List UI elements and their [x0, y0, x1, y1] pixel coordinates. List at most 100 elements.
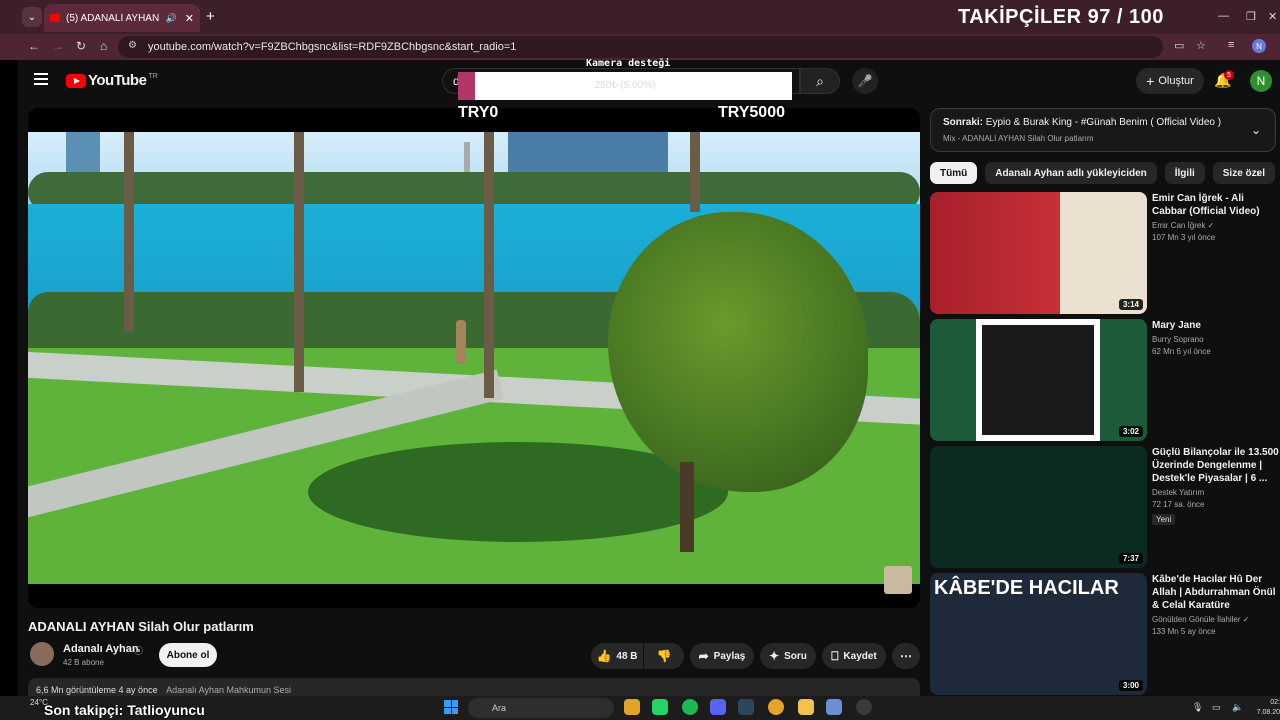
chip-all[interactable]: Tümü	[930, 162, 978, 184]
video-thumbnail[interactable]: 3:02	[930, 319, 1147, 441]
new-badge: Yeni	[1152, 514, 1176, 525]
chip-related[interactable]: İlgili	[1164, 162, 1205, 184]
youtube-play-icon	[66, 73, 86, 88]
microphone-icon[interactable]: 🎤	[852, 68, 878, 94]
list-item[interactable]: 7:37 Güçlü Bilançolar ile 13.500 Üzerind…	[930, 446, 1279, 568]
video-player[interactable]	[28, 108, 920, 608]
network-icon[interactable]: ▭	[1212, 702, 1221, 713]
subscribe-button[interactable]: Abone ol	[159, 643, 217, 667]
chrome-2-icon[interactable]	[768, 699, 784, 715]
forward-icon[interactable]: →	[52, 39, 64, 53]
chevron-down-icon[interactable]: ⌄	[1251, 123, 1261, 137]
like-button[interactable]: 👍 48 B	[591, 643, 643, 669]
rec-title[interactable]: Güçlü Bilançolar ile 13.500 Üzerinde Den…	[1152, 446, 1280, 485]
app-icon[interactable]	[826, 699, 842, 715]
chevron-right-icon[interactable]: ›	[1256, 166, 1260, 180]
followers-goal-overlay: TAKİPÇİLER 97 / 100	[958, 6, 1164, 28]
up-next-panel[interactable]: Sonraki: Eypio & Burak King - #Günah Ben…	[930, 108, 1276, 152]
taskbar-search-input[interactable]: Ara	[468, 698, 614, 718]
discord-icon[interactable]	[710, 699, 726, 715]
video-frame	[28, 132, 920, 584]
tab-search-button[interactable]: ⌄	[22, 7, 42, 27]
site-info-icon[interactable]: ⚙	[128, 40, 137, 51]
speaker-icon[interactable]: 🔊	[166, 13, 177, 24]
left-black-strip	[0, 60, 18, 696]
channel-avatar[interactable]	[30, 642, 54, 666]
rec-title[interactable]: Kâbe'de Hacılar Hû Der Allah | Abdurrahm…	[1152, 573, 1280, 612]
description-tag[interactable]: Adanalı Ayhan Mahkumun Sesi	[166, 685, 291, 695]
list-item[interactable]: 3:14 Emir Can İğrek - Ali Cabbar (Offici…	[930, 192, 1276, 314]
close-icon[interactable]: ✕	[185, 12, 194, 25]
ask-button[interactable]: ✦ Soru	[760, 643, 816, 669]
more-icon: ⋯	[900, 649, 912, 663]
thumbs-down-icon: 👎	[656, 649, 672, 663]
minimize-button[interactable]: —	[1218, 10, 1229, 22]
chrome-icon[interactable]	[624, 699, 640, 715]
save-button[interactable]: ⎕ Kaydet	[822, 643, 886, 669]
chip-from-uploader[interactable]: Adanalı Ayhan adlı yükleyiciden	[985, 162, 1157, 184]
share-icon: ➦	[698, 649, 709, 663]
duration-badge: 3:14	[1118, 299, 1143, 310]
microphone-tray-icon[interactable]: 🎙	[1192, 702, 1203, 713]
restore-button[interactable]: ❐	[1246, 10, 1256, 23]
video-thumbnail[interactable]: 3:14	[930, 192, 1147, 314]
rec-meta: 72 17 sa. önce	[1152, 500, 1205, 509]
more-actions-button[interactable]: ⋯	[892, 643, 920, 669]
rec-channel[interactable]: Gönülden Gönüle İlahiler ✓	[1152, 615, 1280, 624]
rec-title[interactable]: Emir Can İğrek - Ali Cabbar (Official Vi…	[1152, 192, 1280, 218]
donation-max: TRY5000	[718, 104, 785, 121]
browser-profile-avatar[interactable]: N	[1252, 39, 1266, 53]
cast-icon[interactable]: ▭	[1174, 39, 1184, 52]
system-clock[interactable]: 02: 7.08.20	[1250, 698, 1280, 718]
share-button[interactable]: ➦ Paylaş	[690, 643, 754, 669]
menu-icon[interactable]	[34, 73, 48, 85]
rec-channel[interactable]: Burry Soprano	[1152, 335, 1280, 344]
new-tab-button[interactable]: +	[206, 8, 215, 25]
steam-icon[interactable]	[738, 699, 754, 715]
video-thumbnail[interactable]: 7:37	[930, 446, 1147, 568]
list-item[interactable]: 3:02 Mary Jane Burry Soprano 62 Mn 6 yıl…	[930, 319, 1276, 441]
bookmark-star-icon[interactable]: ☆	[1196, 39, 1206, 52]
verified-icon: ⦿	[134, 646, 144, 656]
user-avatar[interactable]: N	[1250, 70, 1272, 92]
bookmark-icon: ⎕	[831, 648, 839, 663]
media-control-icon[interactable]: ≡	[1228, 39, 1234, 51]
close-window-button[interactable]: ✕	[1268, 10, 1277, 23]
last-follower-overlay: Son takipçi: Tatlioyuncu	[44, 702, 205, 718]
duration-badge: 3:02	[1118, 426, 1143, 437]
dislike-button[interactable]: 👎	[644, 643, 684, 669]
rec-meta: 62 Mn 6 yıl önce	[1152, 347, 1211, 356]
volume-icon[interactable]: 🔈	[1232, 702, 1243, 713]
next-title: Eypio & Burak King - #Günah Benim ( Offi…	[985, 117, 1222, 128]
whatsapp-icon[interactable]	[652, 699, 668, 715]
description-box[interactable]: 6,6 Mn görüntüleme 4 ay önce Adanalı Ayh…	[28, 678, 920, 696]
url-field[interactable]: ⚙ youtube.com/watch?v=F9ZBChbgsnc&list=R…	[118, 36, 1163, 58]
youtube-logo[interactable]: YouTube TR	[66, 72, 158, 89]
spotify-icon[interactable]	[682, 699, 698, 715]
browser-tab-active[interactable]: (5) ADANALI AYHAN Silah O 🔊 ✕	[44, 4, 200, 32]
file-explorer-icon[interactable]	[798, 699, 814, 715]
filter-chips: Tümü Adanalı Ayhan adlı yükleyiciden İlg…	[930, 162, 1276, 184]
notification-count-badge: 5	[1224, 70, 1234, 80]
sparkle-icon: ✦	[769, 649, 780, 663]
windows-start-icon[interactable]	[444, 700, 458, 714]
donation-min: TRY0	[458, 104, 499, 121]
thumbs-up-icon: 👍	[596, 649, 612, 663]
list-item[interactable]: KÂBE'DE HACILAR 3:00 Kâbe'de Hacılar Hû …	[930, 573, 1276, 695]
create-button[interactable]: + Oluştur	[1136, 68, 1204, 94]
rec-channel[interactable]: Destek Yatırım	[1152, 488, 1280, 497]
obs-icon[interactable]	[856, 699, 872, 715]
rec-meta: 107 Mn 3 yıl önce	[1152, 233, 1216, 242]
search-icon[interactable]: ⌕	[800, 68, 840, 94]
rec-title[interactable]: Mary Jane	[1152, 319, 1280, 332]
home-icon[interactable]: ⌂	[100, 39, 107, 53]
back-icon[interactable]: ←	[28, 39, 40, 53]
rec-channel[interactable]: Emir Can İğrek ✓	[1152, 221, 1280, 230]
video-thumbnail[interactable]: KÂBE'DE HACILAR 3:00	[930, 573, 1147, 695]
subscriber-count: 42 B abone	[63, 658, 104, 667]
youtube-favicon-icon	[50, 14, 60, 22]
reload-icon[interactable]: ↻	[76, 39, 86, 53]
chip-for-you[interactable]: Size özel	[1212, 162, 1275, 184]
next-prefix: Sonraki:	[943, 117, 984, 128]
channel-name[interactable]: Adanalı Ayhan	[63, 643, 139, 655]
